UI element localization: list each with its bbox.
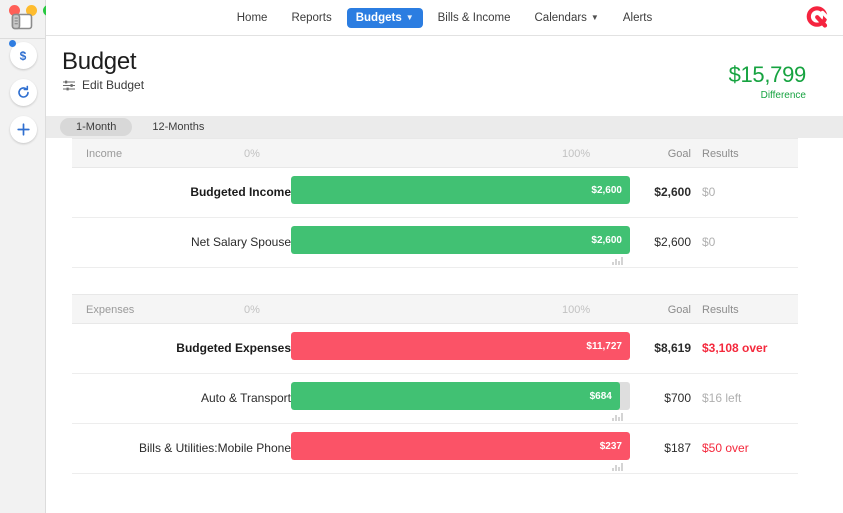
row-label: Auto & Transport	[200, 391, 291, 405]
difference-amount: $15,799	[728, 62, 807, 87]
progress-bar-value: $11,727	[586, 340, 622, 352]
table-row[interactable]: Budgeted Income $2,600 $2,600 $0	[72, 168, 798, 218]
cell-goal: $187	[664, 441, 691, 455]
table-row[interactable]: Net Salary Spouse $2,600 $2,600 $0	[72, 218, 798, 268]
table-row[interactable]: Auto & Transport $684 $700 $16 left	[72, 374, 798, 424]
section-header-expenses: Expenses 0% 100% Goal Results	[72, 294, 798, 324]
progress-bar-value: $684	[589, 390, 612, 402]
budget-app-window: $ Home Reports Budgets ▼ Bills & Income …	[0, 0, 843, 513]
notification-badge	[8, 40, 16, 47]
nav-item-bills-income[interactable]: Bills & Income	[429, 8, 520, 28]
nav-item-label: Bills & Income	[437, 12, 511, 24]
left-rail: $	[0, 0, 54, 513]
progress-track: $237	[291, 432, 630, 460]
progress-bar-value: $2,600	[591, 234, 622, 246]
section-title: Expenses	[86, 304, 135, 316]
nav-item-label: Calendars	[534, 12, 587, 24]
column-header-goal: Goal	[667, 148, 691, 160]
chevron-down-icon: ▼	[405, 13, 414, 22]
nav-item-alerts[interactable]: Alerts	[614, 8, 661, 28]
cell-goal: $8,619	[654, 341, 691, 355]
column-header-goal: Goal	[667, 304, 691, 316]
cell-results: $3,108 over	[702, 341, 768, 355]
period-tab-bar: 1-Month 12-Months	[46, 116, 843, 138]
progress-bar-value: $237	[599, 440, 622, 452]
nav-item-label: Budgets	[355, 12, 402, 24]
progress-bar: $237	[291, 432, 630, 460]
table-row[interactable]: Budgeted Expenses $11,727 $8,619 $3,108 …	[72, 324, 798, 374]
difference-summary: $15,799 Difference	[728, 62, 807, 101]
row-label: Budgeted Expenses	[176, 341, 291, 355]
cell-results: $0	[702, 185, 716, 199]
nav-item-label: Home	[236, 12, 268, 24]
cell-goal: $2,600	[654, 185, 691, 199]
table-row[interactable]: Bills & Utilities:Mobile Phone $237 $187…	[72, 424, 798, 474]
nav-item-label: Alerts	[622, 12, 653, 24]
progress-track: $684	[291, 382, 630, 410]
cell-results: $0	[702, 235, 716, 249]
progress-bar: $2,600	[291, 176, 630, 204]
nav-item-reports[interactable]: Reports	[282, 8, 340, 28]
cell-results: $16 left	[702, 391, 742, 405]
progress-track: $2,600	[291, 226, 630, 254]
sparkline-chart-icon[interactable]	[612, 462, 628, 471]
nav-item-label: Reports	[291, 12, 332, 24]
chevron-down-icon: ▼	[590, 13, 599, 22]
progress-bar: $2,600	[291, 226, 630, 254]
tab-1-month[interactable]: 1-Month	[60, 118, 133, 136]
cell-goal: $2,600	[654, 235, 691, 249]
nav-item-calendars[interactable]: Calendars ▼	[526, 8, 608, 28]
rail-button-group: $	[0, 40, 46, 143]
row-label: Budgeted Income	[190, 185, 291, 199]
nav-item-home[interactable]: Home	[228, 8, 277, 28]
tab-12-months[interactable]: 12-Months	[136, 118, 220, 136]
column-header-hundred-percent: 100%	[562, 148, 591, 160]
edit-budget-button[interactable]: Edit Budget	[62, 78, 144, 92]
column-header-hundred-percent: 100%	[562, 304, 591, 316]
refresh-circle-icon[interactable]	[9, 79, 37, 106]
rail-divider	[0, 38, 46, 39]
plus-circle-icon[interactable]	[9, 116, 37, 143]
dollar-circle-icon[interactable]: $	[8, 40, 37, 69]
row-label: Net Salary Spouse	[190, 235, 291, 249]
progress-bar-value: $2,600	[591, 184, 622, 196]
column-header-zero-percent: 0%	[244, 304, 260, 316]
cell-goal: $700	[664, 391, 691, 405]
row-label: Bills & Utilities:Mobile Phone	[138, 441, 291, 455]
cell-results: $50 over	[702, 441, 749, 455]
difference-label: Difference	[760, 90, 806, 101]
sparkline-chart-icon[interactable]	[612, 412, 628, 421]
nav-item-budgets[interactable]: Budgets ▼	[346, 8, 423, 28]
section-title: Income	[86, 148, 123, 160]
nav-items: Home Reports Budgets ▼ Bills & Income Ca…	[46, 0, 843, 36]
progress-track: $11,727	[291, 332, 630, 360]
top-navigation-bar: Home Reports Budgets ▼ Bills & Income Ca…	[46, 0, 843, 36]
page-header: Budget Edit Budget $15,799 Difference	[46, 36, 843, 116]
quicken-q-logo	[804, 4, 832, 32]
sidebar-toggle-icon[interactable]	[11, 13, 33, 30]
progress-bar: $684	[291, 382, 620, 410]
progress-track: $2,600	[291, 176, 630, 204]
progress-bar: $11,727	[291, 332, 630, 360]
column-header-zero-percent: 0%	[244, 148, 260, 160]
edit-budget-label: Edit Budget	[82, 78, 145, 92]
section-header-income: Income 0% 100% Goal Results	[72, 138, 798, 168]
column-header-results: Results	[702, 304, 739, 316]
column-header-results: Results	[702, 148, 739, 160]
budget-table: Income 0% 100% Goal Results Budgeted Inc…	[46, 138, 843, 513]
sliders-icon	[62, 79, 76, 91]
svg-text:$: $	[20, 49, 27, 63]
page-title: Budget	[62, 48, 137, 75]
sparkline-chart-icon[interactable]	[612, 256, 628, 265]
